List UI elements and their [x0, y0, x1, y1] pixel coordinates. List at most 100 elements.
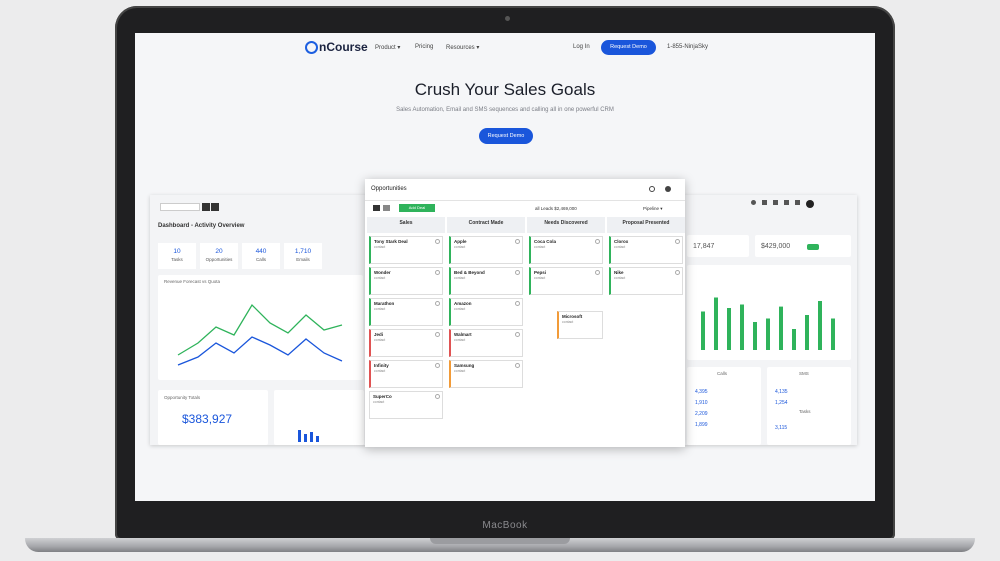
deal-card[interactable]: Wonder contact: [369, 267, 443, 295]
calls-list-card: Calls 4,395 1,910 2,209 1,899: [687, 367, 761, 445]
tasks-heading: Tasks: [799, 409, 811, 414]
sms-list-card: SMS Tasks 4,135 1,254 3,115: [767, 367, 851, 445]
status-icon: [435, 332, 440, 337]
mini-bar: [304, 434, 307, 442]
deal-card[interactable]: Amazon contact: [449, 298, 523, 326]
forecast-chart-card: Revenue Forecast vs Quota: [158, 275, 363, 380]
dashboard-panel: Dashboard - Activity Overview 10 Tasks 20…: [150, 195, 370, 445]
green-bar: [740, 304, 744, 350]
kpi-opportunities[interactable]: 20 Opportunities: [200, 243, 238, 269]
laptop-mockup: nCourse Product ▾ Pricing Resources ▾ Lo…: [0, 0, 1000, 561]
status-icon: [675, 239, 680, 244]
bar-chart: [701, 297, 835, 350]
deal-card[interactable]: Jedi contact: [369, 329, 443, 357]
board-header: Opportunities: [365, 179, 685, 201]
green-bar: [818, 301, 822, 350]
sms-heading: SMS: [799, 371, 809, 376]
kpi-tasks[interactable]: 10 Tasks: [158, 243, 196, 269]
green-bar: [727, 308, 731, 350]
status-icon: [515, 301, 520, 306]
green-bar: [779, 306, 783, 350]
deal-card[interactable]: Tony Stark Deal contact: [369, 236, 443, 264]
green-bar: [714, 297, 718, 350]
mail-icon[interactable]: [784, 200, 789, 205]
deal-card[interactable]: Bed & Beyond contact: [449, 267, 523, 295]
gear-icon[interactable]: [665, 186, 671, 192]
board-summary: all Leads $2,469,000: [535, 206, 577, 211]
status-icon: [435, 394, 440, 399]
column-sales: Sales Tony Stark Deal contact Wonder conta…: [367, 217, 445, 447]
deal-card[interactable]: Marathon contact: [369, 298, 443, 326]
sms-values: 4,135 1,254 3,115: [775, 389, 788, 431]
logo-o-icon: [305, 40, 318, 54]
green-bar: [805, 315, 809, 350]
add-deal-button[interactable]: Add Deal: [399, 204, 435, 212]
avatar[interactable]: [806, 200, 814, 208]
green-bar: [766, 318, 770, 350]
nav-request-demo-button[interactable]: Request Demo: [601, 40, 656, 55]
metric-value-2: $429,000: [761, 243, 791, 250]
nav-resources[interactable]: Resources ▾: [446, 44, 479, 51]
date-filter[interactable]: [160, 203, 200, 211]
green-bar: [831, 318, 835, 350]
device-label: MacBook: [482, 520, 528, 531]
pipeline-dropdown[interactable]: Pipeline ▾: [643, 206, 663, 212]
laptop-screen: nCourse Product ▾ Pricing Resources ▾ Lo…: [135, 33, 875, 501]
deal-card-dragging[interactable]: Microsoft contact: [557, 311, 603, 339]
site-logo[interactable]: nCourse: [305, 40, 368, 54]
deal-card[interactable]: Samsung contact: [449, 360, 523, 388]
search-icon[interactable]: [649, 186, 655, 192]
search-icon[interactable]: [751, 200, 756, 205]
nav-pricing[interactable]: Pricing: [415, 44, 433, 50]
kpi-emails[interactable]: 1,710 Emails: [284, 243, 322, 269]
status-icon: [515, 363, 520, 368]
calls-values: 4,395 1,910 2,209 1,899: [695, 389, 708, 428]
line-chart: [177, 303, 343, 366]
deal-card[interactable]: Clorox contact: [609, 236, 683, 264]
hero-title: Crush Your Sales Goals: [414, 80, 596, 99]
deal-card[interactable]: Nike contact: [609, 267, 683, 295]
mini-bar: [310, 432, 313, 442]
deal-card[interactable]: Apple contact: [449, 236, 523, 264]
nav-product[interactable]: Product ▾: [375, 44, 400, 51]
dashboard-title: Dashboard - Activity Overview: [158, 223, 245, 229]
mini-bar-card: [274, 390, 364, 445]
settings-icon[interactable]: [762, 200, 767, 205]
board-title: Opportunities: [371, 186, 407, 192]
mini-bar: [316, 436, 319, 442]
status-icon: [675, 270, 680, 275]
hero-request-demo-button[interactable]: Request Demo: [479, 128, 533, 144]
deal-card[interactable]: SuperCo contact: [369, 391, 443, 419]
green-bar: [753, 322, 757, 350]
mini-bar: [298, 430, 301, 442]
board-view-icon[interactable]: [373, 205, 380, 211]
deal-card[interactable]: Coca Cola contact: [529, 236, 603, 264]
bell-icon[interactable]: [795, 200, 800, 205]
list-icon[interactable]: [211, 203, 219, 211]
deal-card[interactable]: Infinity contact: [369, 360, 443, 388]
calendar-icon[interactable]: [202, 203, 210, 211]
metric-value-1: 17,847: [693, 243, 715, 250]
phone-icon[interactable]: [773, 200, 778, 205]
green-bar: [792, 329, 796, 350]
column-needs-discovered: Needs Discovered Coca Cola contact Pepsi c…: [527, 217, 605, 447]
kpi-calls[interactable]: 440 Calls: [242, 243, 280, 269]
status-icon: [435, 363, 440, 368]
column-contract-made: Contract Made Apple contact Bed & Beyond c…: [447, 217, 525, 447]
status-icon: [595, 239, 600, 244]
status-icon: [515, 270, 520, 275]
camera-icon: [505, 16, 510, 21]
calls-heading: Calls: [717, 371, 728, 376]
nav-phone[interactable]: 1-855-NinjaSky: [667, 44, 708, 50]
bar-chart-card: [687, 265, 851, 360]
deal-card[interactable]: Walmart contact: [449, 329, 523, 357]
list-view-icon[interactable]: [383, 205, 390, 211]
revenue-value: $383,927: [182, 412, 233, 426]
nav-login[interactable]: Log In: [573, 44, 590, 50]
deal-card[interactable]: Pepsi contact: [529, 267, 603, 295]
revenue-card: Opportunity Totals $383,927: [158, 390, 268, 445]
status-icon: [435, 239, 440, 244]
series-blue-line: [177, 336, 343, 366]
status-icon: [435, 301, 440, 306]
toolbar-icons: [751, 200, 814, 208]
